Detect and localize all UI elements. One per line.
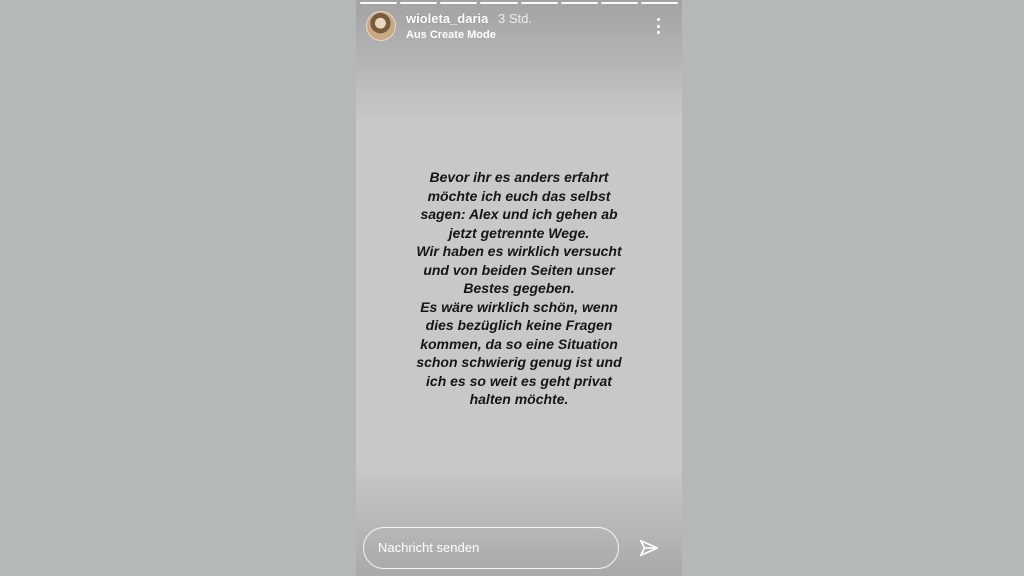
- progress-segment: [560, 2, 598, 4]
- reply-input[interactable]: Nachricht senden: [363, 527, 619, 569]
- story-header: wioleta_daria 3 Std. Aus Create Mode: [364, 10, 674, 44]
- progress-segment: [360, 2, 398, 4]
- progress-segment: [400, 2, 438, 4]
- send-icon[interactable]: [638, 537, 660, 559]
- dot: [656, 24, 660, 28]
- story-text-line: jetzt getrennte Wege.: [448, 224, 590, 241]
- story-text-line: möchte ich euch das selbst: [427, 187, 611, 204]
- dot: [656, 31, 660, 34]
- story-text-line: ich es so weit es geht privat: [426, 372, 612, 389]
- story-text-line: sagen: Alex und ich gehen ab: [420, 206, 618, 222]
- story-text-line: Wir haben es wirklich versucht: [416, 243, 622, 259]
- story-text-line: schon schwierig genug ist und: [416, 354, 622, 370]
- progress-segment: [440, 2, 478, 4]
- progress-segment: [480, 2, 518, 4]
- story-progress-bar: [360, 2, 678, 5]
- screen-background: wioleta_daria 3 Std. Aus Create Mode Bev…: [0, 0, 1024, 576]
- story-text-line: kommen, da so eine Situation: [420, 335, 618, 352]
- story-text-line: Bevor ihr es anders erfahrt: [429, 169, 609, 185]
- story-text-line: halten möchte.: [469, 391, 569, 407]
- create-mode-label[interactable]: Aus Create Mode: [406, 29, 496, 41]
- timestamp: 3 Std.: [498, 11, 532, 26]
- story-text-line: und von beiden Seiten unser: [423, 261, 615, 278]
- story-viewer[interactable]: wioleta_daria 3 Std. Aus Create Mode Bev…: [356, 0, 682, 576]
- progress-segment: [600, 2, 638, 4]
- more-options-icon[interactable]: [654, 18, 662, 34]
- progress-segment: [640, 2, 678, 4]
- story-text-line: dies bezüglich keine Fragen: [425, 317, 613, 333]
- story-text-line: Es wäre wirklich schön, wenn: [420, 298, 618, 315]
- story-text-line: Bestes gegeben.: [463, 280, 575, 296]
- avatar[interactable]: [366, 11, 396, 41]
- dot: [656, 18, 660, 21]
- progress-segment: [520, 2, 558, 4]
- story-text: Bevor ihr es anders erfahrt möchte ich e…: [384, 168, 654, 409]
- username[interactable]: wioleta_daria: [406, 11, 488, 26]
